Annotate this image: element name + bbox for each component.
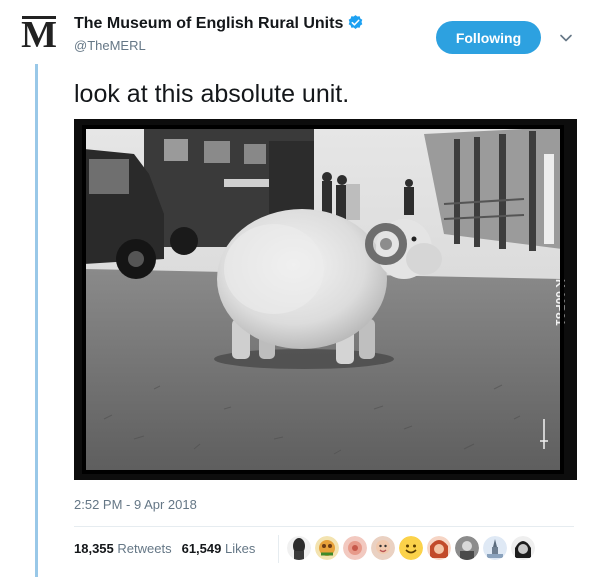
tweet-text: look at this absolute unit. [74,80,350,108]
account-name[interactable]: The Museum of English Rural Units [74,14,364,33]
liker-avatar[interactable] [315,536,339,560]
tweet-photo[interactable]: K 60P81 [74,119,577,480]
account-name-text[interactable]: The Museum of English Rural Units [74,15,343,32]
tweet-timestamp[interactable]: 2:52 PM - 9 Apr 2018 [74,497,197,512]
liker-avatar[interactable] [427,536,451,560]
divider [74,526,574,527]
liker-avatar[interactable] [371,536,395,560]
liker-avatar[interactable] [483,536,507,560]
thread-line [35,64,38,577]
avatar[interactable]: M [20,14,58,52]
verified-badge-icon [349,15,363,29]
liker-avatar[interactable] [287,536,311,560]
retweets-label: Retweets [117,541,172,556]
chevron-down-icon[interactable] [559,31,573,45]
retweets-count: 18,355 [74,541,114,556]
following-button[interactable]: Following [436,21,541,54]
retweets-stat[interactable]: 18,355 Retweets [74,541,172,556]
account-handle[interactable]: @TheMERL [74,38,146,53]
stats-separator [278,535,279,563]
liker-avatar[interactable] [343,536,367,560]
likes-label: Likes [224,541,256,556]
likers-avatars [287,536,535,560]
liker-avatar[interactable] [511,536,535,560]
liker-avatar[interactable] [399,536,423,560]
avatar-letter: M [21,14,57,52]
likes-stat[interactable]: 61,549 Likes [182,541,256,556]
liker-avatar[interactable] [455,536,479,560]
tweet-stats: 18,355 Retweets 61,549 Likes [74,541,265,556]
likes-count: 61,549 [181,541,222,556]
